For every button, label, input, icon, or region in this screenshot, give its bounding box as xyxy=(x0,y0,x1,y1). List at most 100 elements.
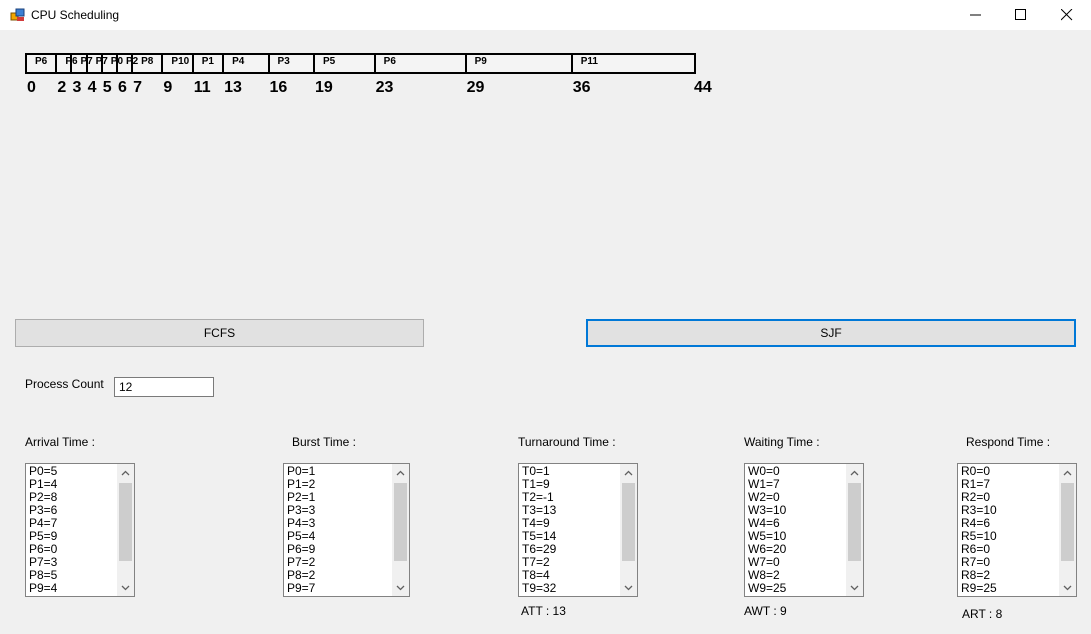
list-items: P0=1 P1=2 P2=1 P3=3 P4=3 P5=4 P6=9 P7=2 P8=2 P9=7 xyxy=(284,464,409,595)
gantt-tick-label: 19 xyxy=(315,79,333,96)
process-count-input[interactable] xyxy=(114,377,214,397)
minimize-button[interactable] xyxy=(953,0,999,30)
gantt-segment-label: P8 xyxy=(141,56,154,67)
chevron-up-icon xyxy=(624,470,633,475)
vertical-scrollbar[interactable] xyxy=(620,464,637,596)
gantt-tick-label: 4 xyxy=(87,79,97,96)
fcfs-button[interactable]: FCFS xyxy=(15,319,424,347)
gantt-tick-label: 6 xyxy=(117,79,127,96)
gantt-tick-label: 7 xyxy=(133,79,143,96)
gantt-segment: P0 xyxy=(103,55,123,72)
scroll-up-button[interactable] xyxy=(392,464,409,481)
att-summary: ATT : 13 xyxy=(521,604,566,618)
scroll-up-button[interactable] xyxy=(620,464,637,481)
gantt-segment-label: P6 xyxy=(383,56,396,67)
gantt-tick-label: 3 xyxy=(72,79,82,96)
gantt-segment-label: P6 xyxy=(35,56,48,67)
gantt-chart: P6 P6 P7 P7 P0 P2 P8 P10 P1 P4 P3 P5 P6 P9 P11 xyxy=(25,53,696,74)
gantt-segment-label: P3 xyxy=(277,56,290,67)
gantt-segment: P1 xyxy=(194,55,225,72)
chevron-down-icon xyxy=(396,585,405,590)
minimize-icon xyxy=(970,14,981,16)
awt-summary: AWT : 9 xyxy=(744,604,787,618)
gantt-tick-label: 16 xyxy=(269,79,288,96)
close-icon xyxy=(1061,9,1073,21)
gantt-segment: P2 xyxy=(118,55,138,72)
gantt-tick-label: 11 xyxy=(193,79,211,96)
gantt-segment: P11 xyxy=(573,55,694,72)
gantt-segment-label: P4 xyxy=(232,56,245,67)
art-summary: ART : 8 xyxy=(962,607,1003,621)
burst-time-label: Burst Time : xyxy=(292,435,357,449)
chevron-down-icon xyxy=(1063,585,1072,590)
gantt-tick-label: 9 xyxy=(163,79,173,96)
burst-time-list[interactable]: P0=1 P1=2 P2=1 P3=3 P4=3 P5=4 P6=9 P7=2 P8=2 P9=7 xyxy=(283,463,410,597)
waiting-time-label: Waiting Time : xyxy=(744,435,820,449)
app-icon xyxy=(10,8,25,21)
window-title: CPU Scheduling xyxy=(31,8,120,22)
gantt-tick-label: 44 xyxy=(694,79,712,96)
scroll-down-button[interactable] xyxy=(846,579,863,596)
chevron-up-icon xyxy=(396,470,405,475)
scroll-down-button[interactable] xyxy=(1059,579,1076,596)
vertical-scrollbar[interactable] xyxy=(392,464,409,596)
scroll-up-button[interactable] xyxy=(117,464,134,481)
gantt-segment: P6 xyxy=(57,55,78,72)
chevron-up-icon xyxy=(1063,470,1072,475)
arrival-time-label: Arrival Time : xyxy=(25,435,96,449)
arrival-time-list[interactable]: P0=5 P1=4 P2=8 P3=6 P4=7 P5=9 P6=0 P7=3 P8=5 P9=4 xyxy=(25,463,135,597)
gantt-segment: P5 xyxy=(315,55,376,72)
gantt-segment: P9 xyxy=(467,55,573,72)
maximize-button[interactable] xyxy=(998,0,1044,30)
gantt-segment: P7 xyxy=(88,55,108,72)
gantt-segment-label: P9 xyxy=(474,56,487,67)
gantt-segment-label: P1 xyxy=(201,56,214,67)
gantt-segment: P6 xyxy=(27,55,58,72)
process-count-label: Process Count xyxy=(25,377,104,391)
gantt-tick-label: 23 xyxy=(375,79,394,96)
vertical-scrollbar[interactable] xyxy=(846,464,863,596)
maximize-icon xyxy=(1015,9,1026,20)
gantt-segment: P4 xyxy=(224,55,270,72)
respond-time-list[interactable]: R0=0 R1=7 R2=0 R3=10 R4=6 R5=10 R6=0 R7=0 R8=2 R9… xyxy=(957,463,1077,597)
turnaround-time-list[interactable]: T0=1 T1=9 T2=-1 T3=13 T4=9 T5=14 T6=29 T7=2 T8=4… xyxy=(518,463,638,597)
scroll-thumb[interactable] xyxy=(119,483,132,561)
gantt-tick-label: 5 xyxy=(102,79,112,96)
chevron-down-icon xyxy=(624,585,633,590)
chevron-up-icon xyxy=(850,470,859,475)
gantt-segment-label: P5 xyxy=(323,56,336,67)
chevron-up-icon xyxy=(121,470,130,475)
gantt-tick-label: 0 xyxy=(27,79,36,96)
gantt-segment: P10 xyxy=(163,55,194,72)
turnaround-time-label: Turnaround Time : xyxy=(518,435,616,449)
vertical-scrollbar[interactable] xyxy=(1059,464,1076,596)
sjf-button[interactable]: SJF xyxy=(586,319,1076,347)
gantt-tick-label: 2 xyxy=(57,79,67,96)
gantt-segment: P8 xyxy=(133,55,164,72)
gantt-tick-label: 36 xyxy=(572,79,591,96)
gantt-segment: P3 xyxy=(270,55,315,72)
gantt-tick-label: 29 xyxy=(466,79,485,96)
scroll-down-button[interactable] xyxy=(620,579,637,596)
gantt-segment: P7 xyxy=(72,55,93,72)
chevron-down-icon xyxy=(121,585,130,590)
scroll-up-button[interactable] xyxy=(846,464,863,481)
waiting-time-list[interactable]: W0=0 W1=7 W2=0 W3=10 W4=6 W5=10 W6=20 W7=0 W8=2 W… xyxy=(744,463,864,597)
respond-time-label: Respond Time : xyxy=(966,435,1051,449)
chevron-down-icon xyxy=(850,585,859,590)
gantt-segment: P6 xyxy=(376,55,467,72)
title-bar: CPU Scheduling xyxy=(0,0,1091,30)
scroll-thumb[interactable] xyxy=(848,483,861,561)
gantt-tick-label: 13 xyxy=(224,79,242,96)
list-item[interactable]: P9=7 xyxy=(287,582,409,595)
vertical-scrollbar[interactable] xyxy=(117,464,134,596)
scroll-thumb[interactable] xyxy=(394,483,407,561)
gantt-segment-label: P10 xyxy=(171,56,190,67)
scroll-thumb[interactable] xyxy=(622,483,635,561)
close-button[interactable] xyxy=(1044,0,1090,30)
scroll-up-button[interactable] xyxy=(1059,464,1076,481)
scroll-down-button[interactable] xyxy=(392,579,409,596)
gantt-segment-label: P11 xyxy=(580,56,598,67)
scroll-down-button[interactable] xyxy=(117,579,134,596)
scroll-thumb[interactable] xyxy=(1061,483,1074,561)
